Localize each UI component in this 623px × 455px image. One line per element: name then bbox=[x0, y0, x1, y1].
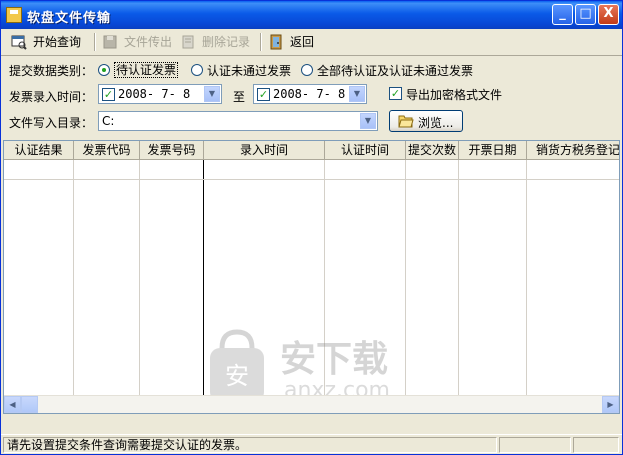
col-header-number[interactable]: 发票号码 bbox=[140, 141, 204, 159]
dir-combobox[interactable]: C: ▼ bbox=[98, 111, 378, 131]
time-label: 发票录入时间： bbox=[9, 90, 94, 104]
watermark-bag-icon: 安 bbox=[210, 329, 264, 402]
col-header-code[interactable]: 发票代码 bbox=[74, 141, 140, 159]
grid-column-line bbox=[73, 160, 74, 400]
scroll-right-icon[interactable]: ▶ bbox=[602, 396, 619, 413]
radio-pending[interactable] bbox=[98, 64, 110, 76]
exit-door-icon bbox=[270, 34, 282, 50]
export-file-label: 文件传出 bbox=[124, 35, 173, 49]
grid-row-line bbox=[4, 179, 619, 180]
date-from-checkbox[interactable]: ✓ bbox=[102, 88, 115, 101]
radio-failed[interactable] bbox=[191, 64, 203, 76]
delete-record-icon bbox=[182, 35, 194, 49]
radio-pending-text-wrap: 待认证发票 bbox=[114, 61, 179, 78]
to-label: 至 bbox=[233, 90, 246, 104]
category-label: 提交数据类别： bbox=[9, 64, 94, 78]
status-panel-3 bbox=[573, 437, 619, 453]
status-message: 请先设置提交条件查询需要提交认证的发票。 bbox=[3, 437, 497, 453]
status-panel-2 bbox=[499, 437, 571, 453]
invoice-grid[interactable]: 认证结果 发票代码 发票号码 录入时间 认证时间 提交次数 开票日期 销货方税务… bbox=[3, 140, 620, 414]
col-header-result[interactable]: 认证结果 bbox=[4, 141, 74, 159]
grid-header: 认证结果 发票代码 发票号码 录入时间 认证时间 提交次数 开票日期 销货方税务… bbox=[4, 141, 619, 160]
col-header-submit-count[interactable]: 提交次数 bbox=[406, 141, 459, 159]
close-button[interactable]: X bbox=[598, 4, 619, 25]
toolbar-separator bbox=[94, 33, 96, 51]
col-header-entry-time[interactable]: 录入时间 bbox=[204, 141, 325, 159]
app-icon bbox=[6, 7, 22, 23]
browse-button[interactable]: 浏览... bbox=[389, 110, 463, 132]
date-to-checkbox[interactable]: ✓ bbox=[257, 88, 270, 101]
radio-all-label: 全部待认证及认证未通过发票 bbox=[317, 64, 474, 78]
start-query-button[interactable]: 开始查询 bbox=[11, 32, 91, 52]
dir-label: 文件写入目录： bbox=[9, 116, 94, 130]
minimize-button[interactable]: _ bbox=[552, 4, 573, 25]
back-button[interactable]: 返回 bbox=[268, 32, 324, 52]
search-window-icon bbox=[11, 35, 27, 50]
save-disk-icon bbox=[103, 35, 117, 49]
date-from-dropdown-icon[interactable]: ▼ bbox=[204, 86, 220, 102]
back-label: 返回 bbox=[290, 35, 315, 49]
grid-column-line bbox=[458, 160, 459, 400]
scroll-left-icon[interactable]: ◀ bbox=[4, 396, 21, 413]
radio-pending-label: 待认证发票 bbox=[114, 62, 179, 78]
title-bar[interactable]: 软盘文件传输 _ □ X bbox=[1, 1, 622, 29]
delete-record-label: 删除记录 bbox=[202, 35, 251, 49]
grid-column-line bbox=[526, 160, 527, 400]
start-query-label: 开始查询 bbox=[33, 35, 82, 49]
toolbar-separator bbox=[260, 33, 262, 51]
date-from-value: 2008- 7- 8 bbox=[118, 87, 191, 101]
export-file-button[interactable]: 文件传出 bbox=[102, 32, 174, 52]
grid-column-line bbox=[139, 160, 140, 400]
radio-all[interactable] bbox=[301, 64, 313, 76]
toolbar: 开始查询 文件传出 删除记录 返回 bbox=[1, 29, 622, 56]
main-window: 软盘文件传输 _ □ X 开始查询 文件传出 删除记录 返回 提交数据类别： 待… bbox=[0, 0, 623, 455]
date-to-value: 2008- 7- 8 bbox=[273, 87, 346, 101]
dir-dropdown-icon[interactable]: ▼ bbox=[360, 113, 376, 129]
export-encrypted-checkbox[interactable]: ✓ bbox=[389, 87, 402, 100]
status-bar: 请先设置提交条件查询需要提交认证的发票。 bbox=[1, 434, 622, 455]
radio-failed-label: 认证未通过发票 bbox=[207, 64, 292, 78]
scroll-thumb[interactable] bbox=[21, 396, 38, 413]
maximize-button[interactable]: □ bbox=[575, 4, 596, 25]
export-encrypted-label: 导出加密格式文件 bbox=[406, 88, 503, 102]
window-title: 软盘文件传输 bbox=[27, 11, 112, 26]
col-header-cert-time[interactable]: 认证时间 bbox=[325, 141, 406, 159]
delete-record-button[interactable]: 删除记录 bbox=[180, 32, 258, 52]
horizontal-scrollbar[interactable]: ◀ ▶ bbox=[4, 395, 619, 413]
date-from-picker[interactable]: ✓ 2008- 7- 8 ▼ bbox=[98, 84, 222, 104]
col-header-invoice-date[interactable]: 开票日期 bbox=[459, 141, 527, 159]
col-header-seller-tax[interactable]: 销货方税务登记 bbox=[527, 141, 619, 159]
folder-open-icon bbox=[398, 115, 414, 128]
dir-value: C: bbox=[102, 114, 115, 128]
browse-label: 浏览... bbox=[418, 116, 454, 130]
watermark-text: 安下载 bbox=[280, 339, 389, 380]
date-to-dropdown-icon[interactable]: ▼ bbox=[349, 86, 365, 102]
date-to-picker[interactable]: ✓ 2008- 7- 8 ▼ bbox=[253, 84, 367, 104]
svg-text:安: 安 bbox=[225, 362, 249, 390]
